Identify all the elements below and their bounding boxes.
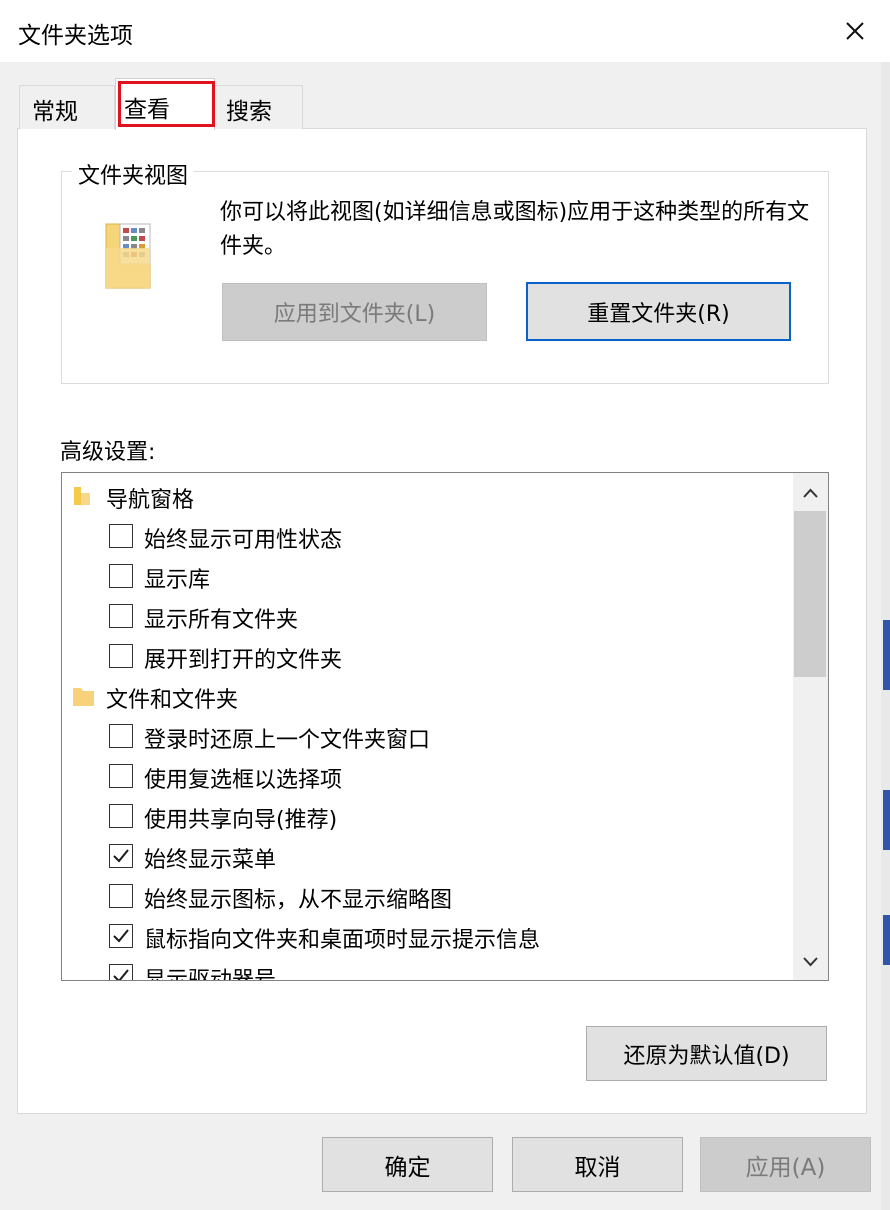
restore-defaults-label: 还原为默认值(D) bbox=[623, 1043, 790, 1069]
ok-button[interactable]: 确定 bbox=[322, 1137, 493, 1192]
option-label: 始终显示图标，从不显示缩略图 bbox=[144, 888, 453, 913]
checkbox-checked[interactable] bbox=[109, 924, 133, 948]
option-row[interactable]: 使用复选框以选择项 bbox=[62, 755, 792, 795]
close-icon[interactable] bbox=[828, 6, 882, 56]
option-label: 始终显示菜单 bbox=[144, 848, 277, 873]
checkbox[interactable] bbox=[109, 604, 133, 628]
option-row[interactable]: 使用共享向导(推荐) bbox=[62, 795, 792, 835]
vertical-scrollbar[interactable] bbox=[793, 473, 828, 980]
scroll-down-icon[interactable] bbox=[793, 944, 828, 980]
reset-folders-label: 重置文件夹(R) bbox=[587, 301, 730, 327]
apply-to-folders-label: 应用到文件夹(L) bbox=[273, 302, 436, 327]
apply-label: 应用(A) bbox=[745, 1154, 826, 1181]
scrollbar-thumb[interactable] bbox=[794, 511, 826, 677]
option-label: 登录时还原上一个文件夹窗口 bbox=[144, 728, 431, 753]
option-row[interactable]: 鼠标指向文件夹和桌面项时显示提示信息 bbox=[62, 915, 792, 955]
category-label: 文件和文件夹 bbox=[106, 688, 239, 713]
cancel-label: 取消 bbox=[574, 1154, 621, 1181]
cancel-button[interactable]: 取消 bbox=[512, 1137, 683, 1192]
category-navigation-pane: 导航窗格 bbox=[62, 475, 792, 515]
scroll-up-icon[interactable] bbox=[793, 475, 828, 511]
apply-to-folders-button[interactable]: 应用到文件夹(L) bbox=[222, 283, 487, 341]
checkbox[interactable] bbox=[109, 724, 133, 748]
checkbox[interactable] bbox=[109, 524, 133, 548]
option-row[interactable]: 展开到打开的文件夹 bbox=[62, 635, 792, 675]
folder-views-group-label: 文件夹视图 bbox=[72, 158, 195, 190]
option-row[interactable]: 始终显示可用性状态 bbox=[62, 515, 792, 555]
ok-label: 确定 bbox=[384, 1154, 431, 1181]
checkbox[interactable] bbox=[109, 884, 133, 908]
option-label: 展开到打开的文件夹 bbox=[144, 648, 343, 673]
background-window-accent bbox=[883, 915, 890, 965]
window-title: 文件夹选项 bbox=[18, 23, 133, 49]
option-row[interactable]: 显示驱动器号 bbox=[62, 955, 792, 981]
option-label: 始终显示可用性状态 bbox=[144, 528, 343, 553]
option-label: 显示库 bbox=[144, 568, 211, 593]
option-label: 显示驱动器号 bbox=[144, 968, 277, 981]
background-window-accent bbox=[883, 620, 890, 690]
folder-views-description: 你可以将此视图(如详细信息或图标)应用于这种类型的所有文件夹。 bbox=[220, 200, 810, 259]
category-label: 导航窗格 bbox=[106, 488, 195, 513]
checkbox-checked[interactable] bbox=[109, 844, 133, 868]
restore-defaults-button[interactable]: 还原为默认值(D) bbox=[586, 1026, 827, 1081]
checkbox[interactable] bbox=[109, 564, 133, 588]
checkbox[interactable] bbox=[109, 644, 133, 668]
checkbox[interactable] bbox=[109, 764, 133, 788]
option-label: 鼠标指向文件夹和桌面项时显示提示信息 bbox=[144, 928, 541, 953]
background-window-accent bbox=[883, 790, 890, 850]
navigation-pane-icon bbox=[72, 485, 96, 513]
advanced-settings-label: 高级设置: bbox=[60, 440, 156, 465]
option-label: 显示所有文件夹 bbox=[144, 608, 299, 633]
tab-search-label: 搜索 bbox=[226, 99, 272, 125]
reset-folders-button[interactable]: 重置文件夹(R) bbox=[526, 282, 791, 341]
folder-view-icon bbox=[102, 218, 154, 294]
tab-general[interactable]: 常规 bbox=[19, 85, 115, 129]
advanced-settings-list[interactable]: 导航窗格 始终显示可用性状态 显示库 显示所有文件夹 展开到打开的文件夹 文件和… bbox=[61, 472, 829, 981]
category-files-and-folders: 文件和文件夹 bbox=[62, 675, 792, 715]
option-row[interactable]: 始终显示菜单 bbox=[62, 835, 792, 875]
option-label: 使用共享向导(推荐) bbox=[144, 808, 338, 833]
tab-search[interactable]: 搜索 bbox=[213, 85, 303, 129]
option-row[interactable]: 登录时还原上一个文件夹窗口 bbox=[62, 715, 792, 755]
option-row[interactable]: 始终显示图标，从不显示缩略图 bbox=[62, 875, 792, 915]
checkbox-checked[interactable] bbox=[109, 964, 133, 980]
tab-highlight-box bbox=[118, 81, 215, 127]
tab-general-label: 常规 bbox=[32, 99, 78, 125]
apply-button[interactable]: 应用(A) bbox=[700, 1137, 871, 1192]
option-row[interactable]: 显示所有文件夹 bbox=[62, 595, 792, 635]
title-bar: 文件夹选项 bbox=[0, 0, 890, 62]
option-row[interactable]: 显示库 bbox=[62, 555, 792, 595]
checkbox[interactable] bbox=[109, 804, 133, 828]
folder-icon bbox=[72, 685, 96, 713]
option-label: 使用复选框以选择项 bbox=[144, 768, 343, 793]
